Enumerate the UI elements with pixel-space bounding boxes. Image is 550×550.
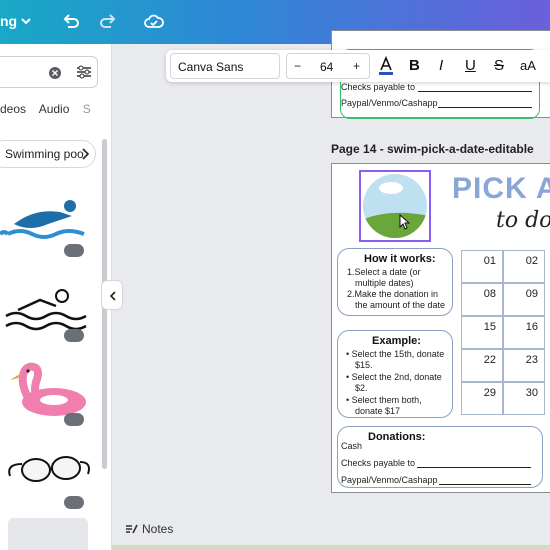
premium-crown-icon xyxy=(64,244,84,257)
elements-panel: deos Audio S Swimming poo xyxy=(0,44,112,550)
headline-text[interactable]: PICK A xyxy=(452,172,550,206)
calendar-cell[interactable]: 16 xyxy=(503,316,545,349)
calendar-cell[interactable]: 15 xyxy=(461,316,503,349)
donations-title: Donations: xyxy=(368,431,426,443)
tab-videos[interactable]: deos xyxy=(0,102,26,116)
underline-button[interactable]: U xyxy=(465,57,476,74)
category-tabs: deos Audio S xyxy=(0,102,101,116)
design-page[interactable]: PICK A to do How it works: 1.Select a da… xyxy=(331,163,550,493)
calendar-cell[interactable]: 30 xyxy=(503,382,545,415)
strikethrough-button[interactable]: S xyxy=(494,57,504,74)
goggles-graphic[interactable] xyxy=(6,450,90,490)
decrease-size-button[interactable]: − xyxy=(294,59,301,73)
filter-icon[interactable] xyxy=(75,64,93,80)
premium-crown-icon xyxy=(64,496,84,509)
how-it-works-box[interactable]: How it works: 1.Select a date (or multip… xyxy=(337,248,453,316)
bold-button[interactable]: B xyxy=(409,57,420,74)
paypal-label: Paypal/Venmo/Cashapp xyxy=(341,475,438,485)
collapse-panel-button[interactable] xyxy=(101,280,123,310)
redo-icon[interactable] xyxy=(97,11,119,33)
text-toolbar: Canva Sans − 64 + B I U S aA xyxy=(166,50,550,82)
example-item: • Select the 15th, donate xyxy=(346,349,445,359)
how-title: How it works: xyxy=(364,253,436,265)
fill-line xyxy=(418,91,532,92)
chip-label: Swimming poo xyxy=(5,147,84,161)
calendar-cell[interactable]: 09 xyxy=(503,283,545,316)
how-step: multiple dates) xyxy=(355,278,414,288)
font-size-control: − 64 + xyxy=(286,53,370,79)
fill-line xyxy=(417,467,531,468)
page-title: Page 14 - swim-pick-a-date-editable xyxy=(331,142,534,156)
mouse-cursor-icon xyxy=(399,214,411,230)
swimmer-line-graphic[interactable] xyxy=(0,284,90,334)
fill-line xyxy=(438,107,532,108)
premium-crown-icon xyxy=(64,329,84,342)
example-box[interactable]: Example: • Select the 15th, donate $15. … xyxy=(337,330,453,418)
subheadline-text[interactable]: to do xyxy=(496,208,550,233)
cash-label: Cash xyxy=(341,441,363,451)
tab-audio[interactable]: Audio xyxy=(39,102,70,116)
letter-case-button[interactable]: aA xyxy=(520,58,536,73)
example-item: • Select the 2nd, donate xyxy=(346,372,442,382)
example-item: $15. xyxy=(355,360,373,370)
example-item: donate $17 xyxy=(355,406,401,416)
swimmer-graphic[interactable] xyxy=(0,194,90,246)
calendar-cell[interactable]: 22 xyxy=(461,349,503,382)
text-color-icon[interactable] xyxy=(378,55,394,77)
how-step: 1.Select a date (or xyxy=(347,267,421,277)
example-title: Example: xyxy=(372,335,421,347)
chevron-left-icon xyxy=(109,291,116,301)
calendar-cell[interactable]: 29 xyxy=(461,382,503,415)
cloud-saved-icon[interactable] xyxy=(143,11,165,33)
notes-button[interactable]: Notes xyxy=(124,522,173,536)
italic-button[interactable]: I xyxy=(439,57,443,74)
undo-icon[interactable] xyxy=(60,11,82,33)
calendar-cell[interactable]: 08 xyxy=(461,283,503,316)
fill-line xyxy=(439,484,531,485)
bottom-strip xyxy=(112,545,550,550)
calendar-cell[interactable]: 23 xyxy=(503,349,545,382)
font-family-select[interactable]: Canva Sans xyxy=(170,53,280,79)
font-size-value[interactable]: 64 xyxy=(320,60,333,74)
calendar-cell[interactable]: 02 xyxy=(503,250,545,283)
example-item: • Select them both, xyxy=(346,395,422,405)
pool-scene-image xyxy=(363,174,427,238)
graphic-thumbnail[interactable] xyxy=(8,518,88,550)
notes-label: Notes xyxy=(142,522,174,536)
checks-label: Checks payable to xyxy=(341,82,416,92)
image-frame[interactable] xyxy=(359,170,431,242)
tab-more[interactable]: S xyxy=(83,102,91,116)
premium-crown-icon xyxy=(64,413,84,426)
notes-icon xyxy=(126,524,138,534)
increase-size-button[interactable]: + xyxy=(353,59,360,73)
example-item: $2. xyxy=(355,383,368,393)
how-step: the amount of the date xyxy=(355,300,446,310)
chevron-right-icon[interactable] xyxy=(80,147,90,161)
how-step: 2.Make the donation in xyxy=(347,289,439,299)
checks-label: Checks payable to xyxy=(341,458,416,468)
clear-icon[interactable] xyxy=(48,66,62,80)
font-family-value: Canva Sans xyxy=(178,60,244,74)
file-menu-label[interactable]: ng xyxy=(0,13,17,29)
calendar-cell[interactable]: 01 xyxy=(461,250,503,283)
paypal-label: Paypal/Venmo/Cashapp xyxy=(341,98,438,108)
donations-box[interactable]: Donations: Cash Checks payable to Paypal… xyxy=(337,426,543,488)
chevron-down-icon[interactable] xyxy=(20,14,32,28)
